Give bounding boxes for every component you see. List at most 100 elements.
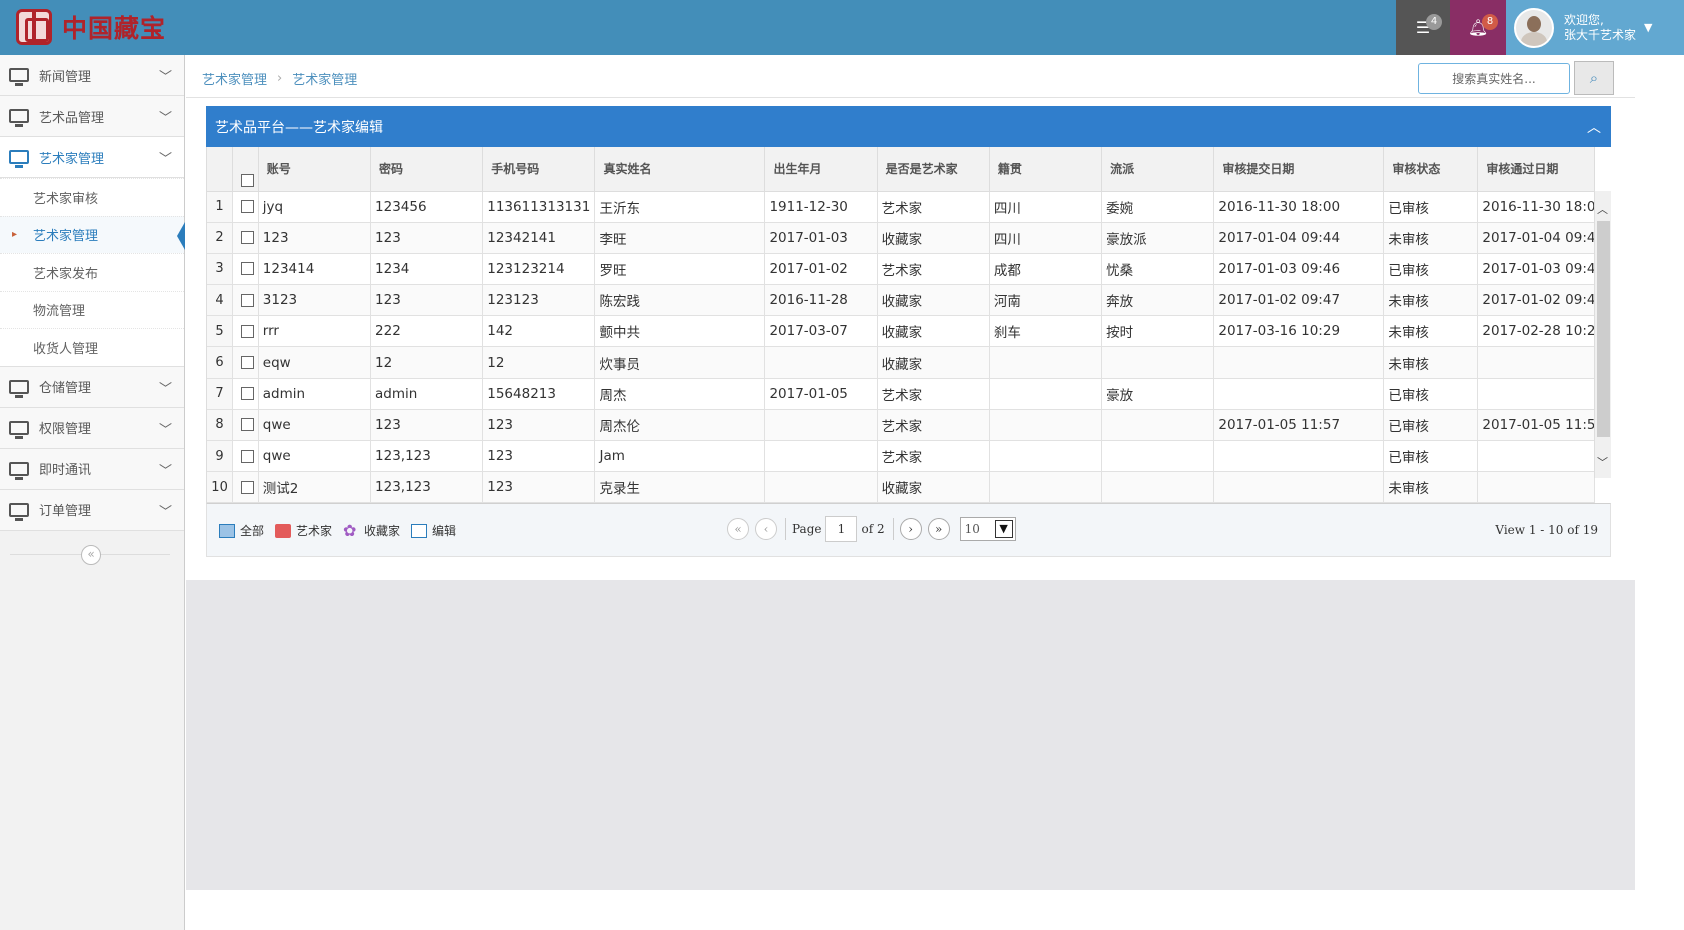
column-header[interactable]: 真实姓名 [594, 147, 766, 192]
submenu-item-artist-review[interactable]: 艺术家审核 [0, 178, 184, 216]
row-checkbox[interactable] [241, 324, 255, 338]
filter-collector-button[interactable]: 收藏家 [364, 522, 400, 539]
column-header[interactable]: 出生年月 [764, 147, 878, 192]
table-cell: 222 [370, 315, 484, 348]
row-checkbox[interactable] [241, 480, 255, 494]
sidebar-item-artists[interactable]: 艺术家管理 ﹀ [0, 137, 184, 178]
brand-logo[interactable]: 中国藏宝 [16, 8, 166, 46]
submenu-artists: 艺术家审核 艺术家管理 艺术家发布 物流管理 收货人管理 [0, 178, 185, 367]
table-cell: 忧桑 [1101, 253, 1215, 286]
table-cell: 123414 [258, 253, 372, 286]
column-header[interactable]: 籍贯 [989, 147, 1103, 192]
column-header[interactable]: 是否是艺术家 [877, 147, 990, 192]
first-page-icon[interactable]: « [727, 518, 749, 541]
notifications-button[interactable]: 🔔︎ 8 [1450, 0, 1506, 55]
table-row[interactable]: 3 123414 1234 123123214 罗旺 2017-01-02 艺术家 成都 忧桑 2… [207, 253, 1595, 286]
artist-grid: 艺术品平台——艺术家编辑 ︿ 账号 密码 手机号码 真实姓名 出生年月 是否是艺… [206, 106, 1611, 558]
submenu-item-artist-management[interactable]: 艺术家管理 [0, 215, 185, 253]
page-number-input[interactable]: 1 [825, 516, 858, 543]
table-cell [989, 346, 1103, 379]
row-checkbox[interactable] [241, 231, 255, 245]
select-all-checkbox[interactable] [241, 173, 255, 187]
scroll-down-icon[interactable]: ﹀ [1597, 454, 1608, 470]
sidebar-item-warehouse[interactable]: 仓储管理 ﹀ [0, 366, 184, 408]
table-row[interactable]: 2 123 123 12342141 李旺 2017-01-03 收藏家 四川 豪放派 2017-… [207, 222, 1595, 254]
search-input[interactable]: 搜索真实姓名... [1418, 63, 1570, 94]
sidebar-item-artworks[interactable]: 艺术品管理 ﹀ [0, 96, 184, 137]
table-cell [989, 378, 1103, 410]
tasks-button[interactable]: ☰ 4 [1396, 0, 1450, 55]
row-number: 6 [207, 346, 234, 379]
row-checkbox[interactable] [241, 449, 255, 463]
table-scrollbar[interactable]: ︿ ﹀ [1594, 191, 1611, 478]
row-checkbox[interactable] [241, 387, 255, 401]
table-cell: 已审核 [1383, 440, 1479, 473]
sidebar-item-label: 仓储管理 [39, 381, 92, 396]
next-page-icon[interactable]: › [899, 518, 922, 541]
rows-per-page-select[interactable]: 10 ▼ [959, 517, 1016, 542]
submenu-item-consignee[interactable]: 收货人管理 [0, 328, 184, 366]
column-header[interactable]: 审核通过日期 [1477, 147, 1595, 192]
sidebar-item-news[interactable]: 新闻管理 ﹀ [0, 55, 184, 96]
collapse-sidebar-icon[interactable]: « [81, 544, 101, 565]
submenu-item-artist-publish[interactable]: 艺术家发布 [0, 253, 184, 291]
scrollbar-thumb[interactable] [1597, 221, 1610, 437]
filter-all-button[interactable]: 全部 [240, 522, 264, 539]
table-cell: 2016-11-28 [764, 284, 878, 317]
table-cell: 2016-11-30 18:00 [1213, 191, 1385, 223]
table-cell: 未审核 [1383, 346, 1479, 379]
row-number: 2 [207, 222, 234, 254]
submenu-item-logistics[interactable]: 物流管理 [0, 290, 184, 329]
breadcrumb-item-current[interactable]: 艺术家管理 [292, 69, 357, 88]
table-cell: 142 [482, 315, 596, 348]
sidebar-item-permissions[interactable]: 权限管理 ﹀ [0, 407, 184, 449]
edit-button[interactable]: 编辑 [432, 522, 456, 539]
table-cell: 1911-12-30 [764, 191, 878, 223]
breadcrumb-item[interactable]: 艺术家管理 [202, 69, 267, 88]
table-cell: 河南 [989, 284, 1103, 317]
table-cell: 2017-01-03 09:46 [1477, 253, 1595, 286]
column-header[interactable]: 手机号码 [482, 147, 596, 192]
row-checkbox[interactable] [241, 356, 255, 370]
table-cell: 罗旺 [594, 253, 766, 286]
table-cell: 2017-01-04 09:44 [1213, 222, 1385, 254]
table-cell [989, 440, 1103, 473]
table-cell: jyq [258, 191, 372, 223]
table-row[interactable]: 5 rrr 222 142 颤中共 2017-03-07 收藏家 刹车 按时 2017-03-16… [207, 315, 1595, 348]
row-checkbox[interactable] [241, 418, 255, 432]
sidebar-item-orders[interactable]: 订单管理 ﹀ [0, 489, 184, 531]
filter-artist-button[interactable]: 艺术家 [296, 522, 332, 539]
table-cell: 豪放派 [1101, 222, 1215, 254]
column-header[interactable]: 密码 [370, 147, 484, 192]
table-cell: 艺术家 [877, 409, 990, 442]
prev-page-icon[interactable]: ‹ [755, 518, 777, 541]
search-button[interactable]: ⌕ [1574, 61, 1614, 95]
column-header[interactable]: 账号 [258, 147, 372, 192]
last-page-icon[interactable]: » [927, 518, 950, 541]
table-row[interactable]: 8 qwe 123 123 周杰伦 艺术家 2017-01-05 11:57 已审核 2017-… [207, 409, 1595, 442]
user-menu[interactable]: 欢迎您, 张大千艺术家 ▼ [1506, 0, 1684, 55]
gift-icon [275, 523, 292, 538]
scroll-up-icon[interactable]: ︿ [1597, 201, 1608, 217]
table-cell: 2017-01-05 11:57 [1213, 409, 1385, 442]
table-row[interactable]: 9 qwe 123,123 123 Jam 艺术家 已审核 [207, 440, 1595, 473]
table-row[interactable]: 1 jyq 123456 113611313131 王沂东 1911-12-30 艺术家 四川… [207, 191, 1595, 223]
chevron-up-icon[interactable]: ︿ [1587, 117, 1601, 137]
column-header[interactable]: 审核状态 [1383, 147, 1479, 192]
column-header[interactable]: 流派 [1101, 147, 1215, 192]
table-row[interactable]: 10 测试2 123,123 123 克录生 收藏家 未审核 [207, 471, 1595, 504]
table-row[interactable]: 7 admin admin 15648213 周杰 2017-01-05 艺术家 豪放 已审核 [207, 378, 1595, 410]
table-cell: 2017-01-02 09:47 [1213, 284, 1385, 317]
table-cell: 刹车 [989, 315, 1103, 348]
row-checkbox[interactable] [241, 262, 255, 276]
header-select-all [232, 147, 259, 192]
table-cell: 王沂东 [594, 191, 766, 223]
table-row[interactable]: 6 eqw 12 12 炊事员 收藏家 未审核 [207, 346, 1595, 379]
table-cell: 豪放 [1101, 378, 1215, 410]
row-checkbox[interactable] [241, 200, 255, 214]
column-header[interactable]: 审核提交日期 [1213, 147, 1385, 192]
row-checkbox[interactable] [241, 293, 255, 307]
sidebar-item-im[interactable]: 即时通讯 ﹀ [0, 448, 184, 490]
table-row[interactable]: 4 3123 123 123123 陈宏践 2016-11-28 收藏家 河南 奔放 2017-0… [207, 284, 1595, 317]
table-cell: 3123 [258, 284, 372, 317]
